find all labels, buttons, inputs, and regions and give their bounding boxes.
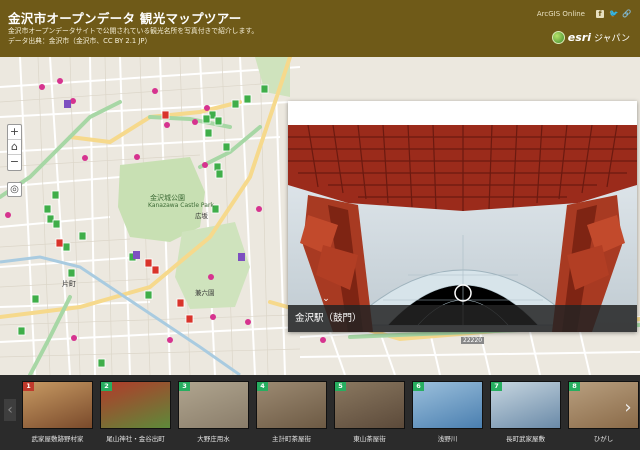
tour-card[interactable]: 6 浅野川 <box>412 381 483 445</box>
description-line-2: データ出典：金沢市（金沢市、CC BY 2.1 JP） <box>8 37 152 45</box>
locate-button[interactable]: ◎ <box>7 182 22 197</box>
tour-card[interactable]: 5 東山茶屋街 <box>334 381 405 445</box>
esri-logo: esri ジャパン <box>551 31 630 44</box>
tour-card-label: 長町武家屋敷 <box>506 435 545 443</box>
tour-card-number: 1 <box>23 382 34 391</box>
home-button[interactable]: ⌂ <box>8 140 21 155</box>
tour-card-thumbnail: 6 <box>412 381 483 429</box>
tour-card-label: 浅野川 <box>437 435 458 443</box>
katamachi-label: 片町 <box>62 280 76 288</box>
popup-photo: 金沢駅（鼓門） <box>288 125 637 332</box>
esri-japan-text: ジャパン <box>593 34 630 44</box>
esri-logo-text: esri <box>567 31 591 44</box>
tour-card-thumbnail: 5 <box>334 381 405 429</box>
tour-card-number: 7 <box>491 382 502 391</box>
tour-card[interactable]: 2 尾山神社・金谷出町 <box>100 381 171 445</box>
popup-header <box>288 101 637 125</box>
twitter-icon[interactable]: 🐦 <box>609 10 618 18</box>
tour-card-number: 2 <box>101 382 112 391</box>
link-icon[interactable]: 🔗 <box>622 10 631 18</box>
tour-card-label: 東山茶屋街 <box>353 435 386 443</box>
tour-card-label: 尾山神社・金谷出町 <box>106 435 165 443</box>
tour-card-label: 主計町茶屋街 <box>272 435 311 443</box>
collapse-chevron-icon[interactable]: ⌄ <box>319 294 333 304</box>
description-line-1: 金沢市オープンデータサイトで公開されている観光名所を写真付きで紹介します。 <box>8 27 259 35</box>
tour-carousel: ‹ 1 武家屋敷跡野村家 2 尾山神社・金谷出町 3 大野庄用水 4 主計町茶屋街 5 東山茶屋街… <box>0 375 640 450</box>
zoom-in-button[interactable]: + <box>8 125 21 140</box>
tour-card-label: ひがし <box>593 435 614 443</box>
app-header: 金沢市オープンデータ 観光マップツアー 金沢市オープンデータサイトで公開されてい… <box>0 0 640 57</box>
tour-card-label: 大野庄用水 <box>197 435 230 443</box>
tour-card-number: 5 <box>335 382 346 391</box>
tour-card-number: 6 <box>413 382 424 391</box>
tour-card-thumbnail: 4 <box>256 381 327 429</box>
popup-caption: 金沢駅（鼓門） <box>288 305 637 332</box>
tour-card-thumbnail: 2 <box>100 381 171 429</box>
tour-card-number: 8 <box>569 382 580 391</box>
tour-card-label: 武家屋敷跡野村家 <box>31 435 84 443</box>
park-label-en: Kanazawa Castle Park <box>148 202 214 209</box>
tour-card-thumbnail: 1 <box>22 381 93 429</box>
zoom-out-button[interactable]: − <box>8 155 21 170</box>
tour-card-number: 4 <box>257 382 268 391</box>
tour-card[interactable]: 4 主計町茶屋街 <box>256 381 327 445</box>
tsuzumimon-gate-photo <box>288 125 637 332</box>
hirosaka-label: 広坂 <box>195 212 208 220</box>
tour-card-number: 3 <box>179 382 190 391</box>
facebook-icon[interactable]: f <box>596 10 604 18</box>
tour-card[interactable]: 7 長町武家屋敷 <box>490 381 561 445</box>
header-links: ArcGIS Online f 🐦 🔗 <box>537 10 631 18</box>
carousel-prev-button[interactable]: ‹ <box>4 399 16 421</box>
arcgis-online-link[interactable]: ArcGIS Online <box>537 10 585 18</box>
page-description: 金沢市オープンデータサイトで公開されている観光名所を写真付きで紹介します。 デー… <box>8 26 308 46</box>
tour-card-thumbnail: 3 <box>178 381 249 429</box>
zoom-controls: + ⌂ − <box>7 124 22 171</box>
carousel-cards: 1 武家屋敷跡野村家 2 尾山神社・金谷出町 3 大野庄用水 4 主計町茶屋街 5 東山茶屋街 6 浅… <box>22 381 639 445</box>
carousel-next-button[interactable]: › <box>621 395 635 421</box>
tour-card-thumbnail: 7 <box>490 381 561 429</box>
route-label: 22220 <box>461 337 485 344</box>
esri-globe-icon <box>551 31 565 44</box>
tour-card[interactable]: 1 武家屋敷跡野村家 <box>22 381 93 445</box>
page-title: 金沢市オープンデータ 観光マップツアー <box>8 11 242 26</box>
tour-card[interactable]: 3 大野庄用水 <box>178 381 249 445</box>
kenrokuen-label: 兼六園 <box>195 289 215 297</box>
feature-popup[interactable]: 金沢駅（鼓門） <box>288 101 637 332</box>
